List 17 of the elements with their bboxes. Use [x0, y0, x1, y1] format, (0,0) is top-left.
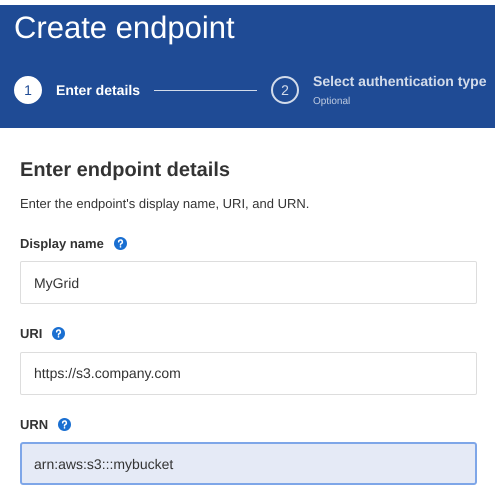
field-label: Display name	[20, 234, 104, 253]
help-icon[interactable]	[52, 327, 66, 340]
page-title: Create endpoint	[14, 9, 236, 47]
step-optional-label: Optional	[313, 95, 352, 109]
text-field[interactable]: https://s3.company.com	[20, 352, 477, 394]
text-field[interactable]: MyGrid	[20, 261, 477, 304]
help-icon[interactable]	[58, 418, 72, 431]
text-field[interactable]: arn:aws:s3:::mybucket	[20, 442, 477, 485]
section-description: Enter the endpoint's display name, URI, and URN.	[20, 195, 310, 213]
section-heading: Enter endpoint details	[20, 158, 232, 183]
help-icon[interactable]	[114, 236, 127, 250]
step-label[interactable]: Select authentication type	[313, 71, 487, 92]
field-label: URI	[20, 325, 42, 343]
step-label[interactable]: Enter details	[56, 80, 140, 100]
step-number: 1	[14, 76, 42, 104]
step-number: 2	[271, 76, 300, 104]
field-label: URN	[20, 416, 48, 434]
